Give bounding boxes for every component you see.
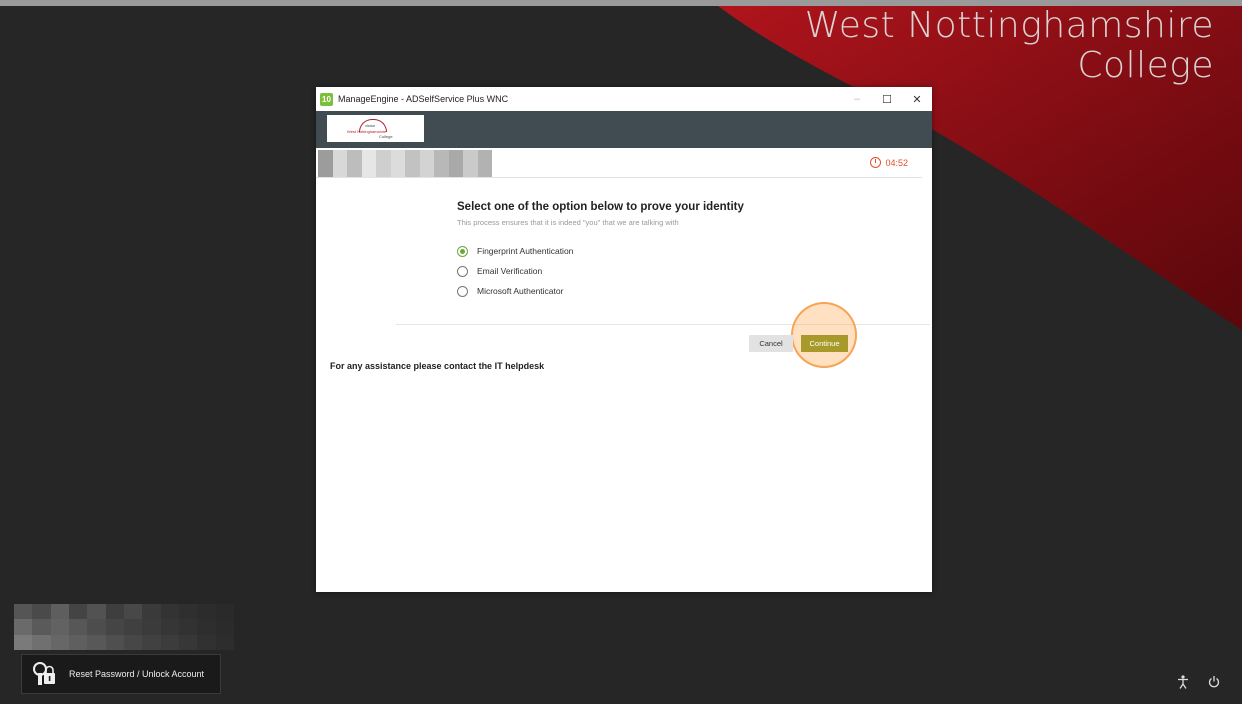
adselfservice-window: 10 ManageEngine - ADSelfService Plus WNC… (316, 87, 932, 592)
redacted-username (318, 150, 492, 177)
window-titlebar[interactable]: 10 ManageEngine - ADSelfService Plus WNC… (316, 87, 932, 111)
college-logo: vision West Nottinghamshire College (327, 115, 424, 142)
close-button[interactable]: ✕ (902, 87, 932, 111)
app-icon: 10 (320, 92, 333, 106)
reset-password-label: Reset Password / Unlock Account (69, 669, 205, 679)
window-controls: – ☐ ✕ (842, 87, 932, 111)
brand-line-1: West Nottinghamshire (804, 5, 1214, 46)
option-fingerprint[interactable]: Fingerprint Authentication (457, 241, 744, 261)
minimize-button[interactable]: – (842, 87, 872, 111)
logo-text-3: College (379, 134, 393, 139)
prompt-subheading: This process ensures that it is indeed "… (457, 218, 679, 227)
cancel-button[interactable]: Cancel (749, 335, 793, 352)
brand-line-2: College (1077, 45, 1214, 86)
clock-icon (870, 157, 882, 168)
radio-icon[interactable] (457, 285, 468, 297)
prompt-heading: Select one of the option below to prove … (457, 201, 744, 213)
accessibility-icon[interactable] (1177, 675, 1189, 689)
auth-options: Fingerprint Authentication Email Verific… (457, 241, 744, 301)
power-icon[interactable] (1208, 675, 1220, 688)
app-header: vision West Nottinghamshire College (316, 111, 932, 148)
redacted-user-tile[interactable] (14, 604, 234, 650)
option-microsoft-authenticator[interactable]: Microsoft Authenticator (457, 281, 744, 301)
continue-button[interactable]: Continue (801, 335, 848, 352)
option-label: Microsoft Authenticator (477, 286, 564, 296)
option-email[interactable]: Email Verification (457, 261, 744, 281)
session-timer: 04:52 (870, 157, 908, 168)
reset-password-button[interactable]: Reset Password / Unlock Account (21, 654, 221, 694)
assistance-text: For any assistance please contact the IT… (330, 361, 545, 371)
radio-selected-icon[interactable] (457, 245, 468, 257)
maximize-button[interactable]: ☐ (872, 87, 902, 111)
logo-text-1: vision (365, 123, 376, 128)
option-label: Email Verification (477, 266, 543, 276)
timer-value: 04:52 (885, 157, 908, 168)
key-lock-icon (33, 662, 55, 685)
option-label: Fingerprint Authentication (477, 246, 574, 256)
user-bar: 04:52 (316, 148, 922, 178)
identity-prompt: Select one of the option below to prove … (457, 201, 744, 301)
radio-icon[interactable] (457, 265, 468, 277)
college-brand-text: West Nottinghamshire College (805, 6, 1214, 86)
window-title: ManageEngine - ADSelfService Plus WNC (338, 94, 509, 104)
